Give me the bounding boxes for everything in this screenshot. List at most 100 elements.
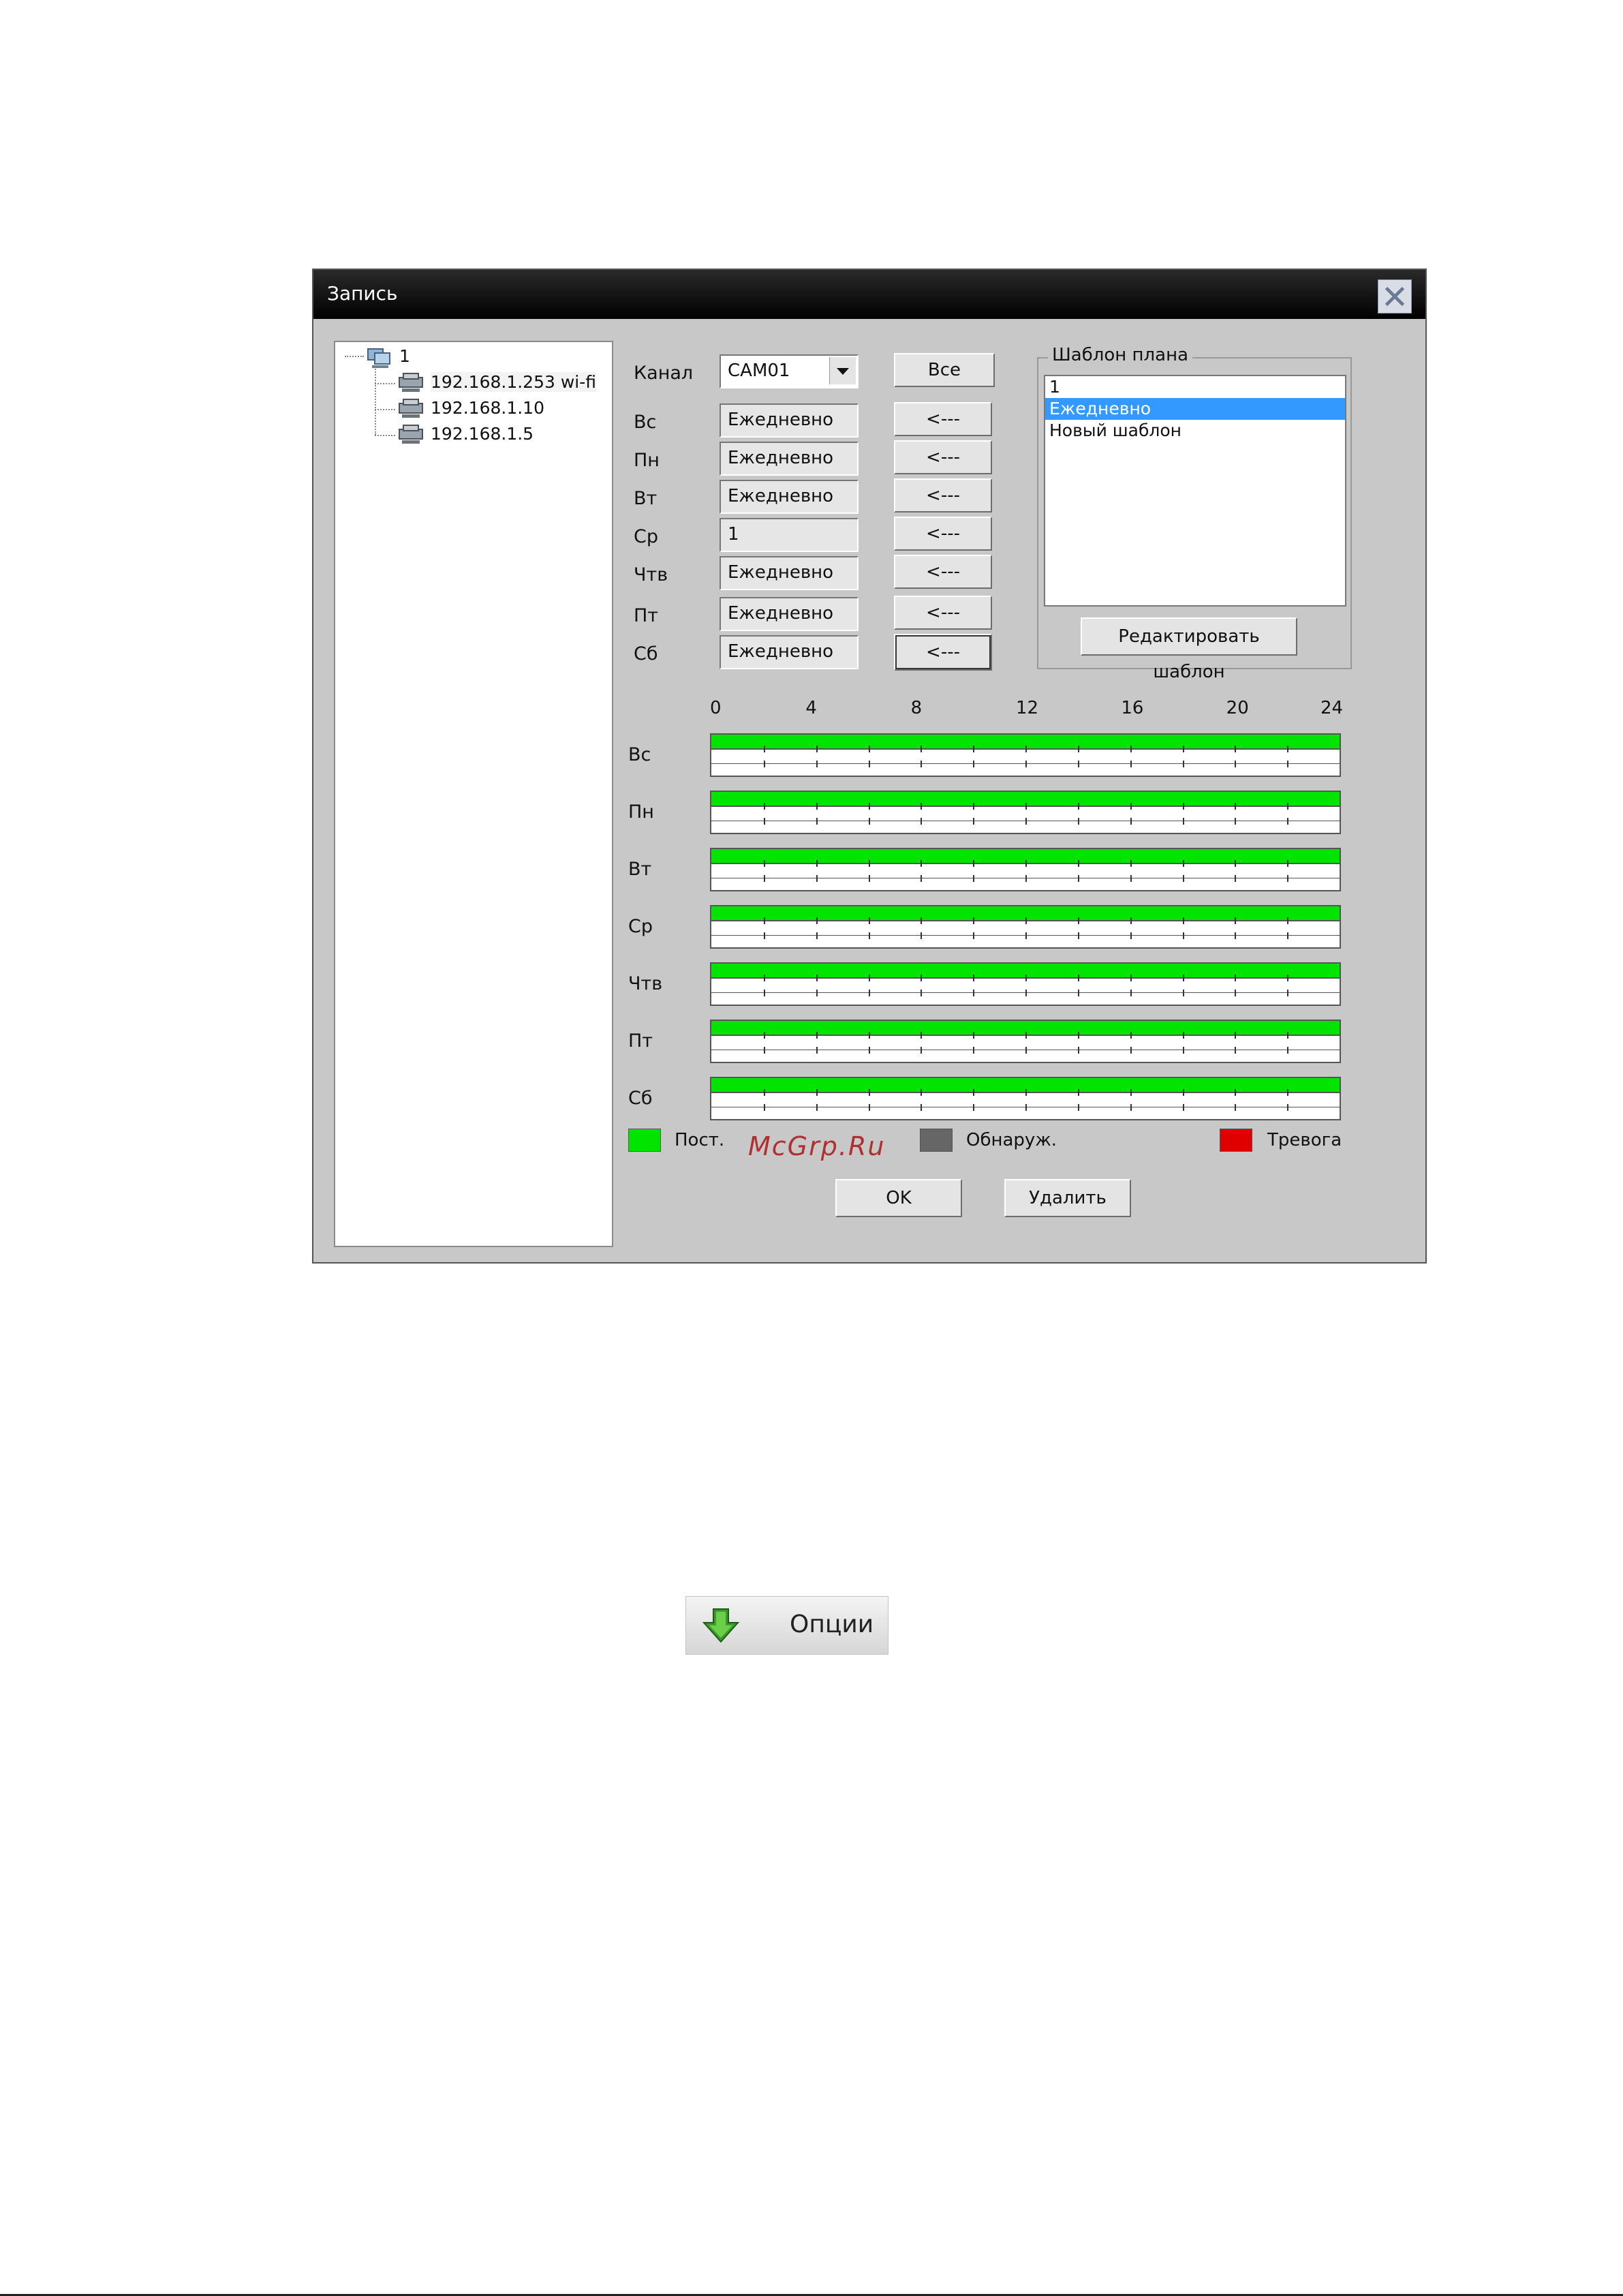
schedule-bar[interactable] bbox=[710, 733, 1341, 777]
schedule-hour-tick bbox=[1025, 975, 1027, 981]
schedule-hour-tick bbox=[921, 932, 923, 939]
schedule-hour-tick bbox=[973, 860, 975, 867]
schedule-hour-tick bbox=[1287, 818, 1289, 825]
schedule-hour-tick bbox=[1182, 1032, 1184, 1039]
schedule-hour-tick bbox=[1077, 990, 1079, 996]
hour-tick-label: 8 bbox=[910, 698, 923, 718]
schedule-hour-tick bbox=[763, 917, 765, 924]
schedule-hour-tick bbox=[973, 932, 975, 939]
options-button[interactable]: Опции bbox=[685, 1596, 888, 1655]
hour-tick-label: 0 bbox=[710, 698, 722, 718]
schedule-hour-tick bbox=[921, 818, 923, 825]
schedule-hour-tick bbox=[1025, 860, 1027, 867]
schedule-hour-tick bbox=[1025, 932, 1027, 939]
schedule-hour-tick bbox=[921, 803, 923, 810]
schedule-hour-tick bbox=[1182, 1047, 1184, 1054]
schedule-hour-tick bbox=[1025, 917, 1027, 924]
schedule-hour-tick bbox=[816, 875, 818, 882]
schedule-hour-tick bbox=[1182, 860, 1184, 867]
schedule-hour-tick bbox=[973, 990, 975, 996]
delete-button[interactable]: Удалить bbox=[1004, 1179, 1131, 1217]
schedule-hour-tick bbox=[973, 1104, 975, 1111]
schedule-hour-tick bbox=[1182, 990, 1184, 996]
schedule-hour-tick bbox=[1077, 875, 1079, 882]
schedule-hour-tick bbox=[1235, 1104, 1237, 1111]
schedule-hour-tick bbox=[921, 1089, 923, 1096]
hour-tick-label: 12 bbox=[1016, 698, 1039, 718]
schedule-hour-tick bbox=[1235, 1089, 1237, 1096]
schedule-hour-tick bbox=[868, 803, 870, 810]
schedule-hour-tick bbox=[1130, 818, 1132, 825]
schedule-hour-tick bbox=[1130, 875, 1132, 882]
schedule-hour-tick bbox=[1025, 1104, 1027, 1111]
schedule-hour-tick bbox=[973, 803, 975, 810]
schedule-hour-tick bbox=[1235, 990, 1237, 996]
schedule-hour-tick bbox=[1287, 803, 1289, 810]
schedule-hour-tick bbox=[816, 1032, 818, 1039]
schedule-hour-tick bbox=[1235, 818, 1237, 825]
green-down-arrow-icon bbox=[702, 1608, 740, 1643]
schedule-hour-tick bbox=[1077, 1089, 1079, 1096]
schedule-hour-tick bbox=[973, 875, 975, 882]
schedule-day-label: Вт bbox=[628, 859, 652, 880]
schedule-hour-tick bbox=[816, 746, 818, 752]
schedule-hour-tick bbox=[816, 1104, 818, 1111]
schedule-hour-tick bbox=[1182, 818, 1184, 825]
schedule-hour-tick bbox=[868, 818, 870, 825]
schedule-hour-tick bbox=[816, 818, 818, 825]
schedule-hour-tick bbox=[816, 803, 818, 810]
schedule-hour-tick bbox=[1287, 860, 1289, 867]
schedule-bar[interactable] bbox=[710, 848, 1341, 891]
schedule-hour-tick bbox=[816, 1089, 818, 1096]
schedule-hour-tick bbox=[1077, 932, 1079, 939]
schedule-hour-tick bbox=[973, 818, 975, 825]
schedule-hour-tick bbox=[1235, 860, 1237, 867]
legend-label-continuous: Пост. bbox=[675, 1130, 725, 1150]
schedule-hour-tick bbox=[763, 761, 765, 767]
schedule-hour-tick bbox=[1235, 875, 1237, 882]
schedule-hour-tick bbox=[868, 932, 870, 939]
schedule-hour-tick bbox=[1182, 761, 1184, 767]
schedule-hour-tick bbox=[1025, 803, 1027, 810]
schedule-hour-tick bbox=[921, 1032, 923, 1039]
schedule-hour-tick bbox=[1287, 975, 1289, 981]
watermark: McGrp.Ru bbox=[748, 1131, 886, 1161]
schedule-hour-tick bbox=[1182, 1089, 1184, 1096]
schedule-hour-tick bbox=[763, 875, 765, 882]
schedule-bar[interactable] bbox=[710, 1020, 1341, 1063]
hour-tick-label: 24 bbox=[1320, 698, 1344, 718]
schedule-hour-tick bbox=[763, 990, 765, 996]
schedule-hour-tick bbox=[868, 975, 870, 981]
ok-button[interactable]: OK bbox=[835, 1179, 962, 1217]
schedule-hour-tick bbox=[868, 761, 870, 767]
schedule-hour-tick bbox=[763, 746, 765, 752]
schedule-bar[interactable] bbox=[710, 962, 1341, 1006]
schedule-hour-tick bbox=[1182, 975, 1184, 981]
schedule-hour-tick bbox=[763, 860, 765, 867]
schedule-hour-tick bbox=[1130, 917, 1132, 924]
schedule-hour-tick bbox=[1130, 1032, 1132, 1039]
schedule-hour-tick bbox=[1130, 1047, 1132, 1054]
schedule-hour-tick bbox=[1025, 990, 1027, 996]
schedule-hour-tick bbox=[1235, 917, 1237, 924]
schedule-bar[interactable] bbox=[710, 905, 1341, 949]
schedule-hour-tick bbox=[1130, 746, 1132, 752]
schedule-hour-tick bbox=[973, 746, 975, 752]
schedule-hour-tick bbox=[868, 746, 870, 752]
schedule-hour-tick bbox=[763, 1032, 765, 1039]
schedule-hour-tick bbox=[1287, 932, 1289, 939]
schedule-bar[interactable] bbox=[710, 791, 1341, 834]
schedule-hour-tick bbox=[1025, 818, 1027, 825]
schedule-hour-tick bbox=[816, 932, 818, 939]
schedule-hour-tick bbox=[1025, 1089, 1027, 1096]
schedule-hour-tick bbox=[1287, 917, 1289, 924]
schedule-hour-tick bbox=[921, 761, 923, 767]
schedule-hour-tick bbox=[1287, 1047, 1289, 1054]
schedule-bar[interactable] bbox=[710, 1077, 1341, 1120]
schedule-hour-tick bbox=[921, 990, 923, 996]
record-dialog: Запись 1 192.168.1.253 wi-fi 192.168.1.1… bbox=[312, 269, 1427, 1264]
schedule-hour-tick bbox=[921, 1104, 923, 1111]
schedule-day-label: Сб bbox=[628, 1088, 653, 1109]
schedule-hour-tick bbox=[1235, 803, 1237, 810]
legend-label-detect: Обнаруж. bbox=[966, 1130, 1057, 1150]
